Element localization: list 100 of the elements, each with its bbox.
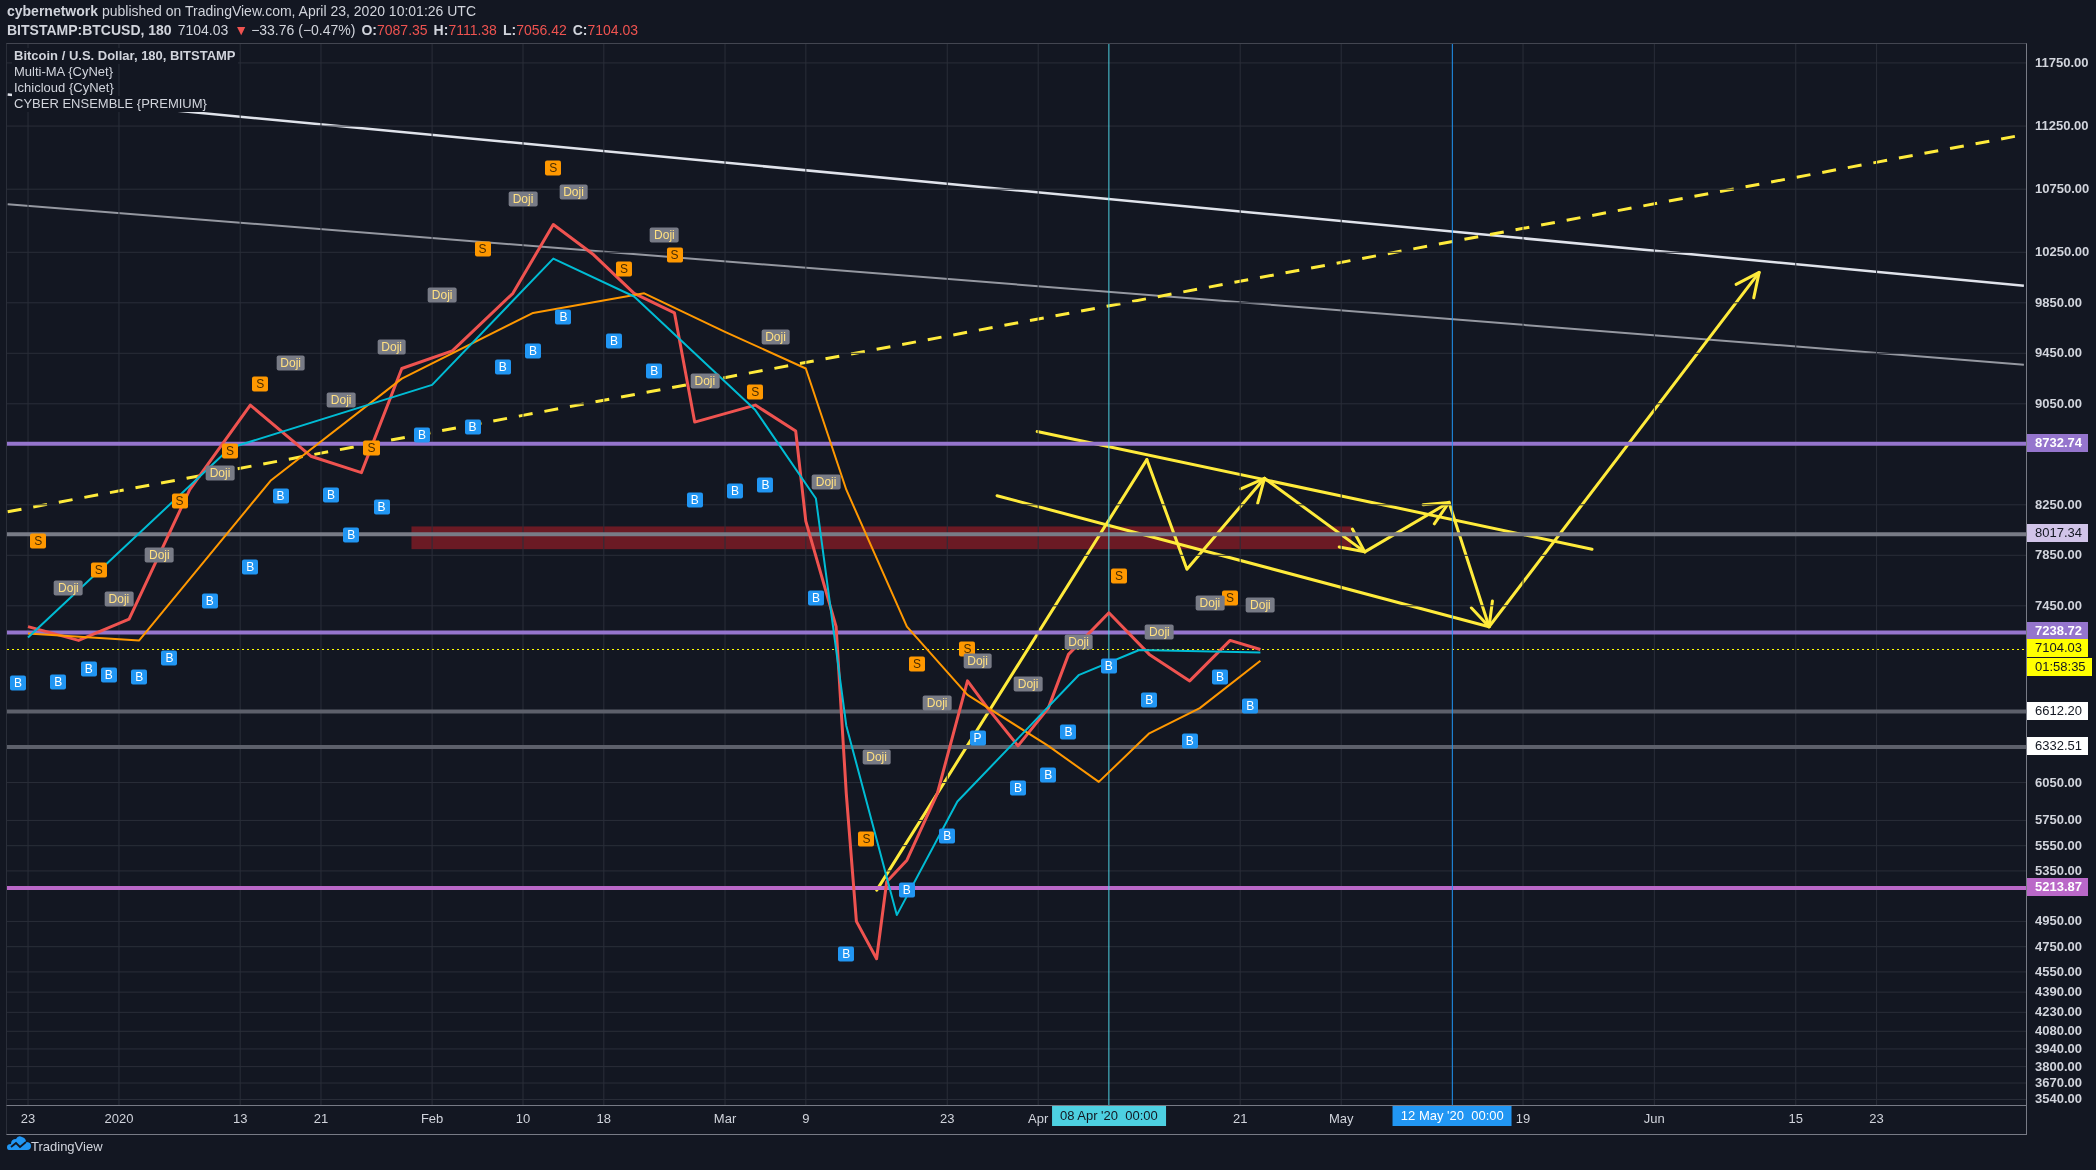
indicator-name: Ichicloud {CyNet} — [12, 80, 116, 96]
buy-signal: B — [605, 333, 622, 349]
date-tick: 10 — [515, 1111, 531, 1126]
doji-label: Doji — [427, 287, 457, 303]
price-tick: 3940.00 — [2035, 1040, 2082, 1056]
price-tick: 4390.00 — [2035, 983, 2082, 999]
buy-signal: B — [757, 477, 774, 493]
indicator-name: Multi-MA {CyNet} — [12, 64, 115, 80]
doji-label: Doji — [1246, 597, 1275, 613]
price-tick: 10750.00 — [2035, 180, 2090, 196]
sell-signal: S — [908, 656, 925, 672]
price-tick: 4080.00 — [2035, 1022, 2082, 1038]
price-tick: 7850.00 — [2035, 546, 2082, 562]
buy-signal: B — [161, 650, 178, 666]
doji-label: Doji — [1195, 595, 1225, 611]
price-tick: 7450.00 — [2035, 597, 2082, 613]
sell-signal: S — [545, 160, 562, 176]
sell-signal: S — [858, 831, 875, 847]
buy-signal: B — [807, 590, 824, 606]
price-change: −33.76 (−0.47%) — [251, 21, 356, 40]
price-tick: 4550.00 — [2035, 963, 2082, 979]
price-tick: 4230.00 — [2035, 1003, 2082, 1019]
buy-signal: B — [939, 828, 956, 844]
cloud-logo-icon — [7, 1135, 31, 1151]
price-tick: 5550.00 — [2035, 837, 2082, 853]
date-tick: 13 — [232, 1111, 248, 1126]
price-tick: 9450.00 — [2035, 344, 2082, 360]
sell-signal: S — [1111, 568, 1127, 583]
doji-label: Doji — [1064, 634, 1093, 650]
doji-label: Doji — [963, 653, 992, 669]
doji-label: Doji — [205, 465, 235, 481]
sell-signal: S — [222, 443, 239, 458]
sell-signal: S — [30, 533, 47, 549]
date-tick: 2020 — [104, 1111, 134, 1126]
buy-signal: B — [1242, 698, 1259, 714]
ohlc-value: H:7111.38 — [433, 21, 497, 40]
sell-signal: S — [252, 376, 269, 392]
date-tick: Mar — [713, 1111, 737, 1126]
price-tick: 4950.00 — [2035, 912, 2082, 928]
price-level-label: 8732.74 — [2027, 433, 2088, 452]
buy-signal: B — [323, 487, 340, 503]
buy-signal: B — [1060, 724, 1077, 740]
buy-signal: B — [1181, 733, 1198, 749]
price-tick: 3540.00 — [2035, 1090, 2082, 1106]
buy-signal: B — [646, 363, 663, 379]
chart-title: Bitcoin / U.S. Dollar, 180, BITSTAMP — [12, 48, 238, 64]
buy-signal: B — [131, 669, 148, 684]
date-tick: 19 — [1515, 1111, 1531, 1126]
date-tick: Jun — [1643, 1111, 1665, 1126]
last-price-label: 7104.03 — [2027, 639, 2088, 658]
doji-label: Doji — [922, 695, 952, 711]
ohlc-value: C:7104.03 — [572, 21, 639, 40]
doji-label: Doji — [276, 355, 305, 371]
buy-signal: B — [414, 427, 430, 443]
price-tick: 9850.00 — [2035, 294, 2082, 310]
doji-label: Doji — [145, 547, 174, 563]
date-tick: 23 — [940, 1111, 955, 1126]
price-level-label: 5213.87 — [2027, 878, 2088, 897]
buy-signal: B — [1141, 693, 1158, 708]
buy-signal: B — [9, 675, 26, 691]
buy-signal: B — [50, 674, 67, 690]
buy-signal: B — [100, 667, 117, 683]
date-tick: May — [1328, 1111, 1354, 1126]
buy-signal: B — [272, 488, 289, 504]
doji-label: Doji — [559, 184, 588, 200]
doji-label: Doji — [811, 474, 841, 490]
price-tick: 9050.00 — [2035, 395, 2082, 411]
doji-label: Doji — [508, 191, 538, 207]
buy-signal: B — [1100, 658, 1117, 674]
doji-label: Doji — [1145, 624, 1174, 640]
sell-signal: S — [747, 384, 764, 400]
sell-signal: S — [616, 261, 632, 277]
buy-signal: B — [1212, 669, 1228, 684]
date-tick: 21 — [1232, 1111, 1248, 1126]
price-level-label: 6612.20 — [2027, 701, 2088, 720]
doji-label: Doji — [104, 592, 134, 607]
price-tick: 5350.00 — [2035, 862, 2082, 878]
date-tick: 18 — [596, 1111, 612, 1126]
price-tick: 3800.00 — [2035, 1058, 2082, 1074]
date-tick: Feb — [420, 1111, 444, 1126]
doji-label: Doji — [650, 227, 679, 243]
sell-signal: S — [1222, 590, 1239, 606]
buy-signal: B — [80, 661, 97, 677]
buy-signal: B — [838, 946, 855, 962]
price-tick: 11250.00 — [2035, 117, 2089, 133]
buy-signal: B — [242, 559, 259, 575]
buy-signal: B — [525, 343, 542, 359]
sell-signal: S — [666, 247, 683, 263]
buy-signal: B — [1009, 780, 1026, 796]
ohlc-value: L:7056.42 — [502, 21, 567, 40]
doji-label: Doji — [761, 329, 790, 345]
buy-signal: B — [494, 359, 511, 375]
doji-label: Doji — [54, 580, 83, 596]
date-tick: 9 — [802, 1111, 810, 1126]
doji-label: Doji — [326, 392, 356, 408]
crosshair-date-label: 08 Apr '20 00:00 — [1051, 1106, 1166, 1126]
price-tick: 10250.00 — [2035, 243, 2090, 259]
doji-label: Doji — [690, 373, 720, 389]
pattern-signal: P — [969, 730, 986, 746]
down-arrow-icon: ▼ — [234, 21, 249, 40]
